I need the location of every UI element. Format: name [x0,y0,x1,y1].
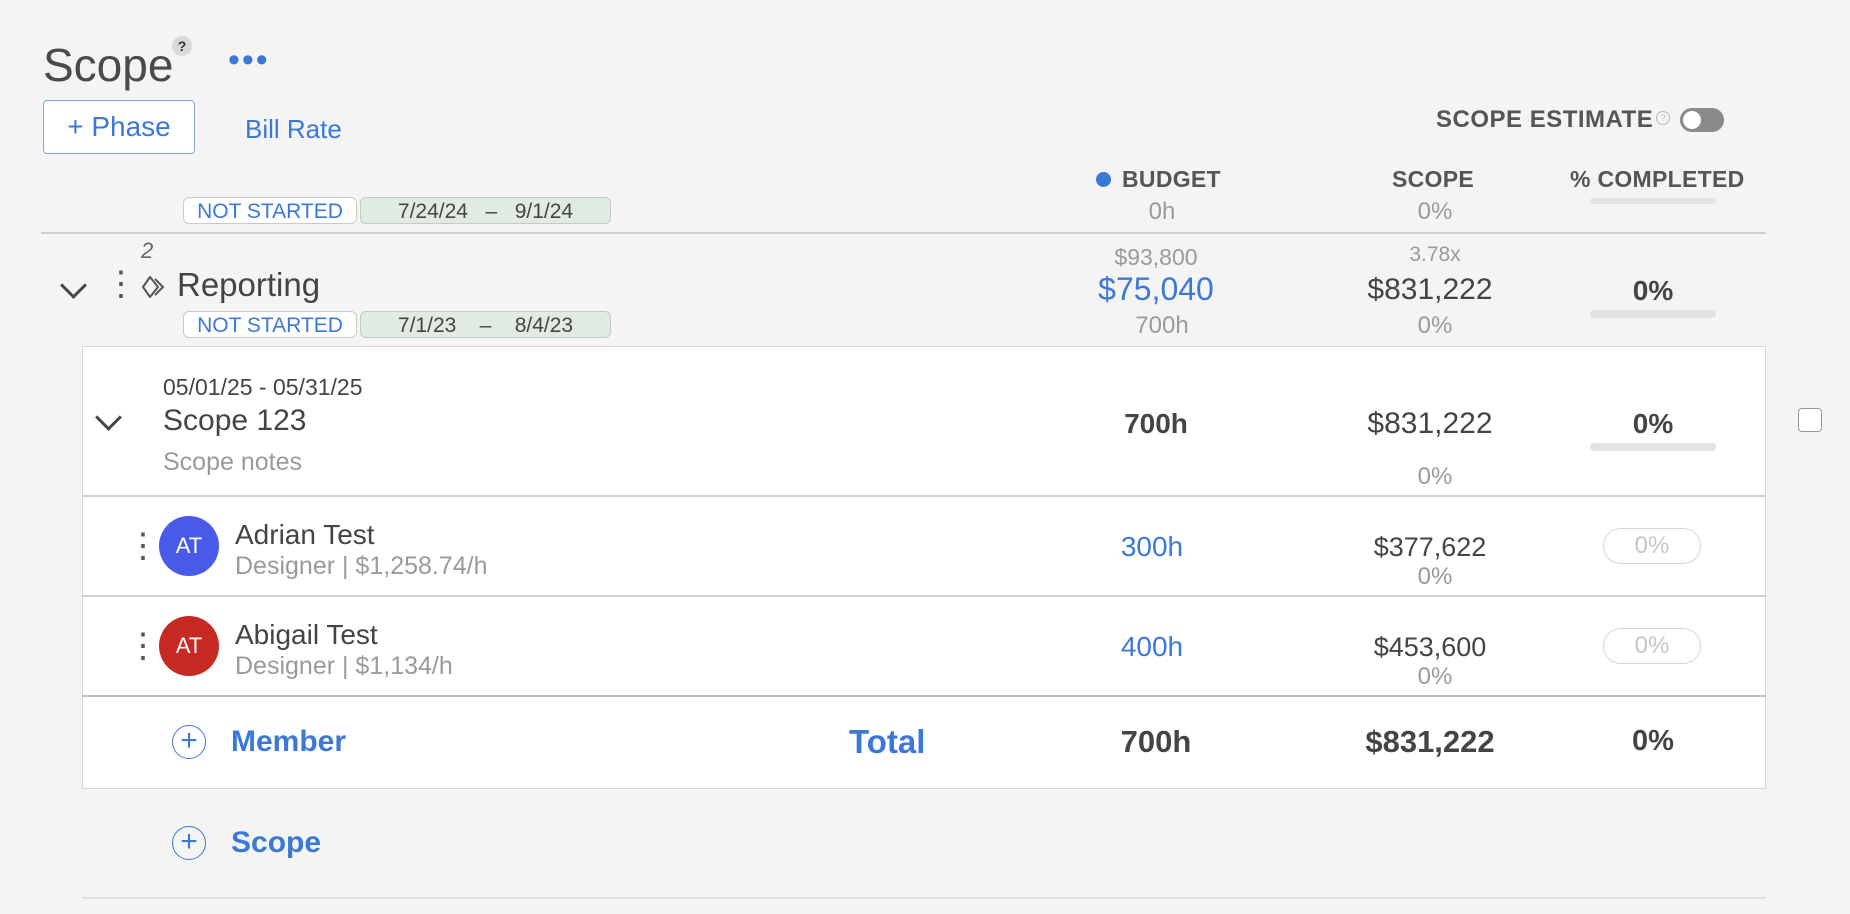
add-member-icon[interactable]: + [172,725,206,759]
scope-value: $831,222 [1367,407,1493,440]
prev-phase-end-date: 9/1/24 [514,200,574,223]
divider [82,695,1766,697]
phase-name[interactable]: Reporting [177,266,320,304]
phase-status-badge[interactable]: NOT STARTED [183,311,357,338]
phase-number: 2 [141,238,154,263]
phase-diamond-icon [141,275,166,303]
date-separator: – [485,200,498,223]
member-role-rate: Designer | $1,258.74/h [235,552,488,580]
chevron-down-icon[interactable] [60,272,87,299]
member-name[interactable]: Abigail Test [235,619,378,651]
prev-phase-date-badge[interactable]: 7/24/24 – 9/1/24 [360,197,611,224]
member-completed-input[interactable]: 0% [1603,628,1701,664]
member-kebab-menu-icon[interactable]: ⋮ [126,629,160,663]
phase-budget-hours: 700h [1135,312,1189,339]
scope-name[interactable]: Scope 123 [163,404,306,438]
phase-progress-bar [1590,310,1716,318]
phase-scope-multiplier: 3.78x [1409,243,1461,266]
phase-completed-pct: 0% [1632,275,1674,306]
divider [82,495,1766,497]
question-mark-icon[interactable]: ? [172,36,192,56]
phase-kebab-menu-icon[interactable]: ⋮ [104,267,138,301]
prev-phase-budget-hours: 0h [1148,198,1176,225]
total-value: $831,222 [1365,724,1495,759]
column-header-scope: SCOPE [1392,166,1475,192]
scope-select-checkbox[interactable] [1798,408,1822,432]
total-label: Total [849,723,926,760]
scope-value-pct: 0% [1417,463,1453,490]
member-name[interactable]: Adrian Test [235,519,375,551]
prev-phase-progress-bar [1590,198,1716,204]
member-value-pct: 0% [1417,663,1453,690]
add-phase-button[interactable]: + Phase [43,100,195,154]
member-completed-input[interactable]: 0% [1603,528,1701,564]
member-value: $453,600 [1373,632,1487,662]
prev-phase-status-badge[interactable]: NOT STARTED [183,197,357,224]
phase-budget-value[interactable]: $75,040 [1056,271,1256,308]
scope-estimate-label: SCOPE ESTIMATE [1436,106,1654,133]
scope-estimate-toggle[interactable] [1680,108,1724,132]
scope-completed-pct: 0% [1632,408,1674,439]
phase-date-badge[interactable]: 7/1/23 – 8/4/23 [360,311,611,338]
divider [41,232,1766,234]
date-separator: – [479,314,492,337]
budget-dot-icon [1096,172,1111,187]
total-completed-pct: 0% [1632,725,1674,757]
member-role-rate: Designer | $1,134/h [235,652,453,680]
scope-progress-bar [1590,443,1716,451]
add-member-button[interactable]: Member [231,725,346,759]
total-hours: 700h [1120,724,1192,759]
member-value-pct: 0% [1417,563,1453,590]
member-hours[interactable]: 300h [1102,531,1202,563]
avatar: AT [159,616,219,676]
bill-rate-link[interactable]: Bill Rate [245,114,342,145]
column-header-completed: % COMPLETED [1570,166,1745,192]
toggle-knob [1683,111,1701,129]
phase-scope-value: $831,222 [1367,273,1493,306]
phase-start-date: 7/1/23 [397,314,457,337]
divider [82,595,1766,597]
member-value: $377,622 [1373,532,1487,562]
phase-scope-pct: 0% [1417,312,1453,339]
add-scope-icon[interactable]: + [172,826,206,860]
phase-end-date: 8/4/23 [514,314,574,337]
scope-hours: 700h [1124,408,1188,439]
avatar: AT [159,516,219,576]
phase-budget-original: $93,800 [1114,244,1198,270]
scope-date-range[interactable]: 05/01/25 - 05/31/25 [163,374,363,401]
member-hours[interactable]: 400h [1102,631,1202,663]
more-options-icon[interactable]: ••• [228,43,270,77]
divider [82,897,1766,899]
page-title: Scope [43,39,174,91]
member-kebab-menu-icon[interactable]: ⋮ [126,529,160,563]
scope-estimate-help-icon[interactable]: ? [1656,111,1670,125]
scope-notes[interactable]: Scope notes [163,448,302,477]
prev-phase-scope-pct: 0% [1417,198,1453,225]
prev-phase-start-date: 7/24/24 [397,200,468,223]
column-header-budget: BUDGET [1122,166,1221,192]
add-scope-button[interactable]: Scope [231,826,321,860]
